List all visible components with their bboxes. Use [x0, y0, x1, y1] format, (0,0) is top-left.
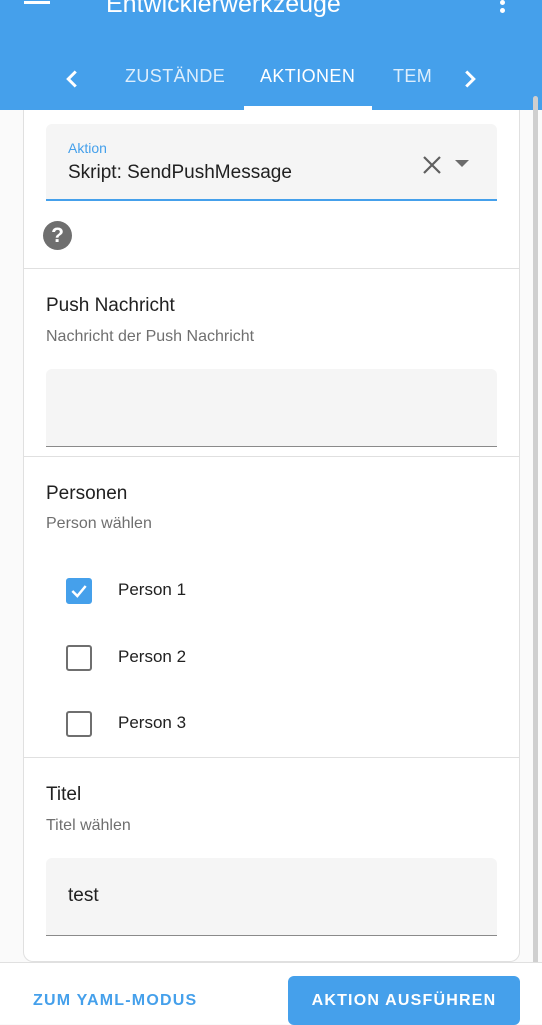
titel-input[interactable]: test — [46, 858, 497, 936]
person-3-label: Person 3 — [118, 713, 187, 732]
checkbox-checked[interactable] — [66, 578, 92, 604]
more-vert-icon[interactable] — [500, 0, 510, 20]
person-1-label: Person 1 — [118, 580, 187, 599]
push-message-input[interactable] — [46, 369, 497, 447]
action-select-label: Aktion — [68, 140, 107, 156]
persons-title: Personen — [46, 483, 128, 504]
checkbox-unchecked[interactable] — [66, 711, 92, 737]
yaml-mode-button[interactable]: ZUM YAML-MODUS — [33, 992, 197, 1010]
divider — [24, 268, 519, 269]
app-header: Entwicklerwerkzeuge ZUSTÄNDE AKTIONEN TE… — [0, 0, 542, 110]
page-title: Entwicklerwerkzeuge — [106, 0, 341, 18]
action-select[interactable]: Aktion Skript: SendPushMessage — [46, 124, 497, 201]
divider — [24, 456, 519, 457]
titel-value: test — [68, 885, 99, 906]
checkbox-unchecked[interactable] — [66, 645, 92, 671]
clear-icon[interactable] — [421, 154, 443, 176]
chevron-left-icon[interactable] — [57, 64, 87, 94]
run-action-button[interactable]: AKTION AUSFÜHREN — [288, 976, 520, 1025]
person-2-label: Person 2 — [118, 647, 187, 666]
push-message-title: Push Nachricht — [46, 295, 175, 316]
action-card: Aktion Skript: SendPushMessage ? Push Na… — [23, 110, 520, 962]
divider — [24, 757, 519, 758]
menu-icon[interactable] — [24, 0, 54, 20]
dropdown-caret-icon[interactable] — [455, 160, 469, 167]
action-select-value: Skript: SendPushMessage — [68, 162, 292, 183]
tab-bar: ZUSTÄNDE AKTIONEN TEM — [0, 48, 542, 110]
tab-templates[interactable]: TEM — [393, 66, 432, 87]
scrollbar[interactable] — [533, 96, 538, 1024]
persons-description: Person wählen — [46, 515, 152, 532]
tab-zustaende[interactable]: ZUSTÄNDE — [125, 66, 225, 87]
help-icon[interactable]: ? — [43, 221, 72, 250]
push-message-description: Nachricht der Push Nachricht — [46, 328, 255, 345]
chevron-right-icon[interactable] — [455, 64, 485, 94]
tab-aktionen[interactable]: AKTIONEN — [260, 66, 355, 87]
footer-bar: ZUM YAML-MODUS AKTION AUSFÜHREN — [0, 962, 542, 1025]
titel-description: Titel wählen — [46, 817, 131, 834]
titel-title: Titel — [46, 784, 82, 805]
